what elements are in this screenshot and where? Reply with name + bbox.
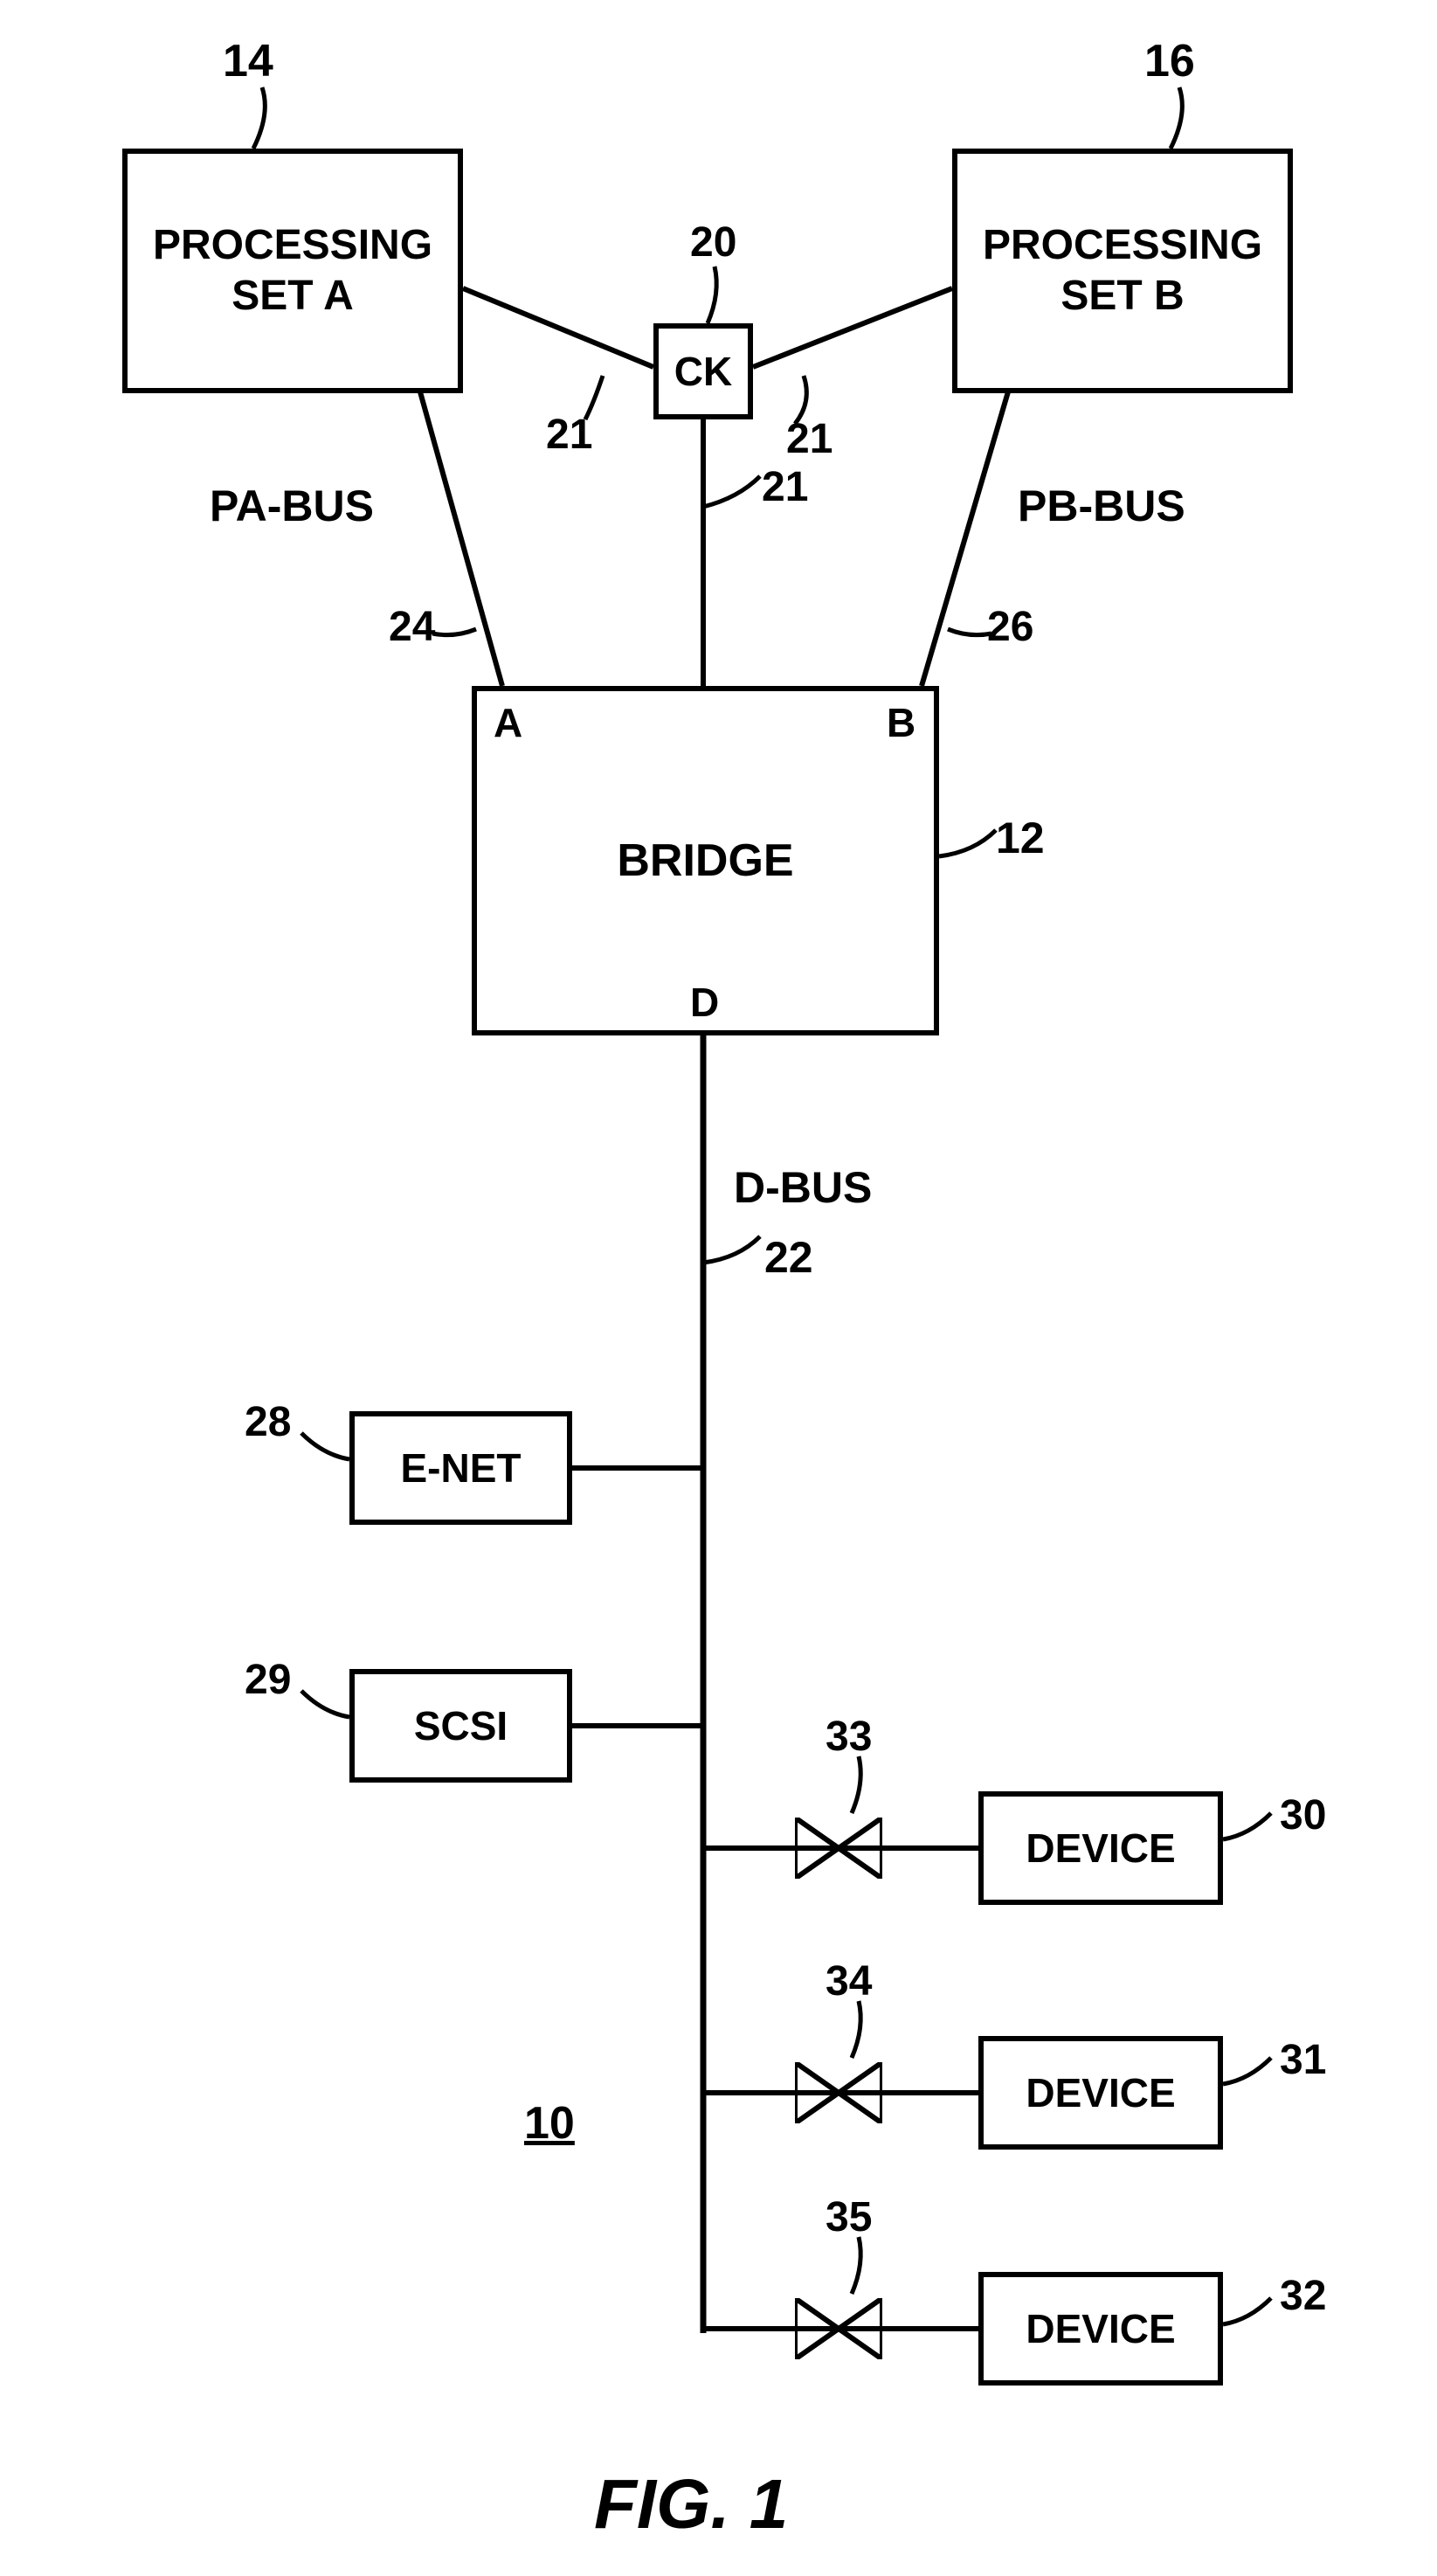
device-block-3: DEVICE	[978, 2272, 1223, 2386]
ref-35: 35	[826, 2193, 872, 2241]
valve3-to-device3	[882, 2326, 978, 2331]
ref-20: 20	[690, 218, 736, 267]
processing-set-b-block: PROCESSING SET B	[952, 149, 1293, 393]
pb-bus-label: PB-BUS	[1018, 481, 1185, 531]
bridge-port-d: D	[690, 979, 719, 1026]
valve-icon-1	[795, 1818, 882, 1879]
device-block-1: DEVICE	[978, 1791, 1223, 1905]
ref-24: 24	[389, 603, 435, 651]
valve-icon-3	[795, 2298, 882, 2359]
ref-22: 22	[764, 1232, 813, 1283]
scsi-block: SCSI	[349, 1669, 572, 1783]
enet-block: E-NET	[349, 1411, 572, 1525]
valve-icon-2	[795, 2062, 882, 2123]
ref-33: 33	[826, 1713, 872, 1761]
ref-28: 28	[245, 1398, 291, 1446]
ref-29: 29	[245, 1656, 291, 1704]
bridge-port-b: B	[887, 699, 915, 746]
ref-21-left: 21	[546, 411, 592, 459]
ref-26: 26	[987, 603, 1033, 651]
figure-title: FIG. 1	[594, 2464, 788, 2545]
valve1-to-device1	[882, 1845, 978, 1851]
bridge-port-a: A	[494, 699, 522, 746]
ref-30: 30	[1280, 1791, 1326, 1839]
ref-14: 14	[223, 35, 273, 87]
processing-set-a-block: PROCESSING SET A	[122, 149, 463, 393]
ref-21-right: 21	[786, 415, 832, 463]
valve2-to-device2	[882, 2090, 978, 2095]
ck-block: CK	[653, 323, 753, 419]
pa-bus-label: PA-BUS	[210, 481, 374, 531]
ref-32: 32	[1280, 2272, 1326, 2320]
d-bus-label: D-BUS	[734, 1162, 872, 1213]
ref-10: 10	[524, 2097, 575, 2150]
ref-16: 16	[1144, 35, 1195, 87]
ref-34: 34	[826, 1957, 872, 2005]
ref-21-center: 21	[762, 463, 808, 511]
device-block-2: DEVICE	[978, 2036, 1223, 2150]
ref-31: 31	[1280, 2036, 1326, 2084]
ref-12: 12	[996, 813, 1045, 863]
